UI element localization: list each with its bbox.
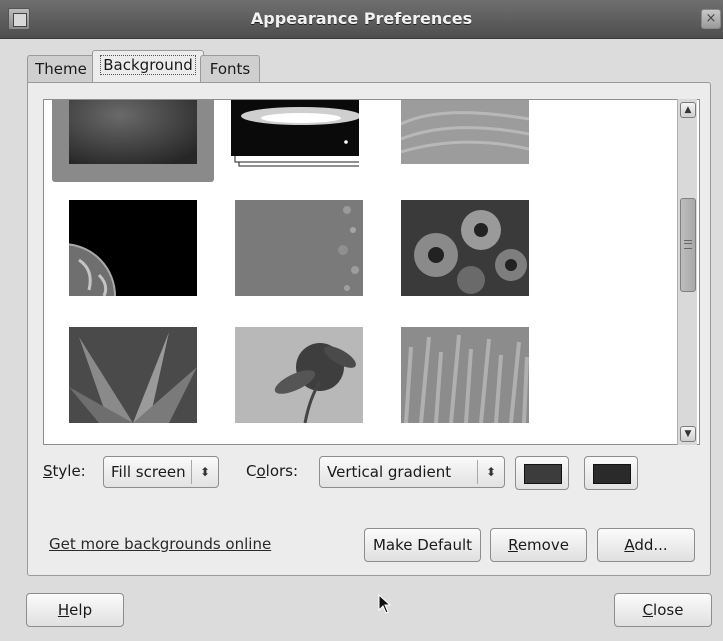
tab-background[interactable]: Background (92, 50, 204, 83)
combo-arrow-icon: ⬍ (477, 460, 504, 484)
tab-theme-label: Theme (35, 60, 87, 78)
background-thumbnail[interactable] (235, 200, 363, 296)
background-thumbnail[interactable] (401, 200, 529, 296)
colors-combobox[interactable]: Vertical gradient ⬍ (319, 456, 505, 488)
window-close-button[interactable]: × (701, 9, 721, 29)
background-thumbnail[interactable] (401, 99, 529, 190)
add-button[interactable]: Add... (597, 528, 695, 562)
scroll-up-icon[interactable]: ▲ (680, 102, 696, 118)
style-value: Fill screen (111, 463, 186, 481)
title-bar: Appearance Preferences × (0, 0, 723, 39)
primary-color-button[interactable] (515, 456, 569, 490)
scroll-down-icon[interactable]: ▼ (680, 426, 696, 442)
remove-button[interactable]: Remove (490, 528, 587, 562)
background-thumbnail[interactable] (69, 200, 197, 296)
window-title: Appearance Preferences (250, 9, 473, 28)
background-thumbnail[interactable] (69, 99, 197, 190)
background-icon-view[interactable] (43, 99, 700, 445)
scroll-thumb[interactable] (680, 198, 696, 292)
mouse-pointer-icon (378, 594, 392, 614)
background-thumbnail[interactable] (401, 327, 529, 423)
background-thumbnail[interactable] (235, 327, 363, 423)
tab-background-label: Background (100, 55, 196, 75)
style-label: Style: (43, 462, 86, 480)
colors-label: Colors: (246, 462, 299, 480)
make-default-button[interactable]: Make Default (364, 528, 481, 562)
style-combobox[interactable]: Fill screen ⬍ (103, 456, 219, 488)
tab-fonts-label: Fonts (209, 60, 251, 78)
background-thumbnail[interactable] (231, 99, 359, 190)
primary-color-swatch (524, 464, 562, 484)
tab-theme[interactable]: Theme (27, 55, 95, 82)
secondary-color-button[interactable] (584, 456, 638, 490)
close-button[interactable]: Close (614, 593, 712, 627)
combo-arrow-icon: ⬍ (191, 460, 218, 484)
colors-value: Vertical gradient (327, 463, 452, 481)
get-more-backgrounds-link[interactable]: Get more backgrounds online (49, 535, 271, 553)
tab-fonts[interactable]: Fonts (200, 55, 260, 82)
secondary-color-swatch (593, 464, 631, 484)
icon-view-scrollbar[interactable]: ▲ ▼ (677, 99, 697, 445)
background-thumbnail[interactable] (69, 327, 197, 423)
help-button[interactable]: Help (26, 593, 124, 627)
